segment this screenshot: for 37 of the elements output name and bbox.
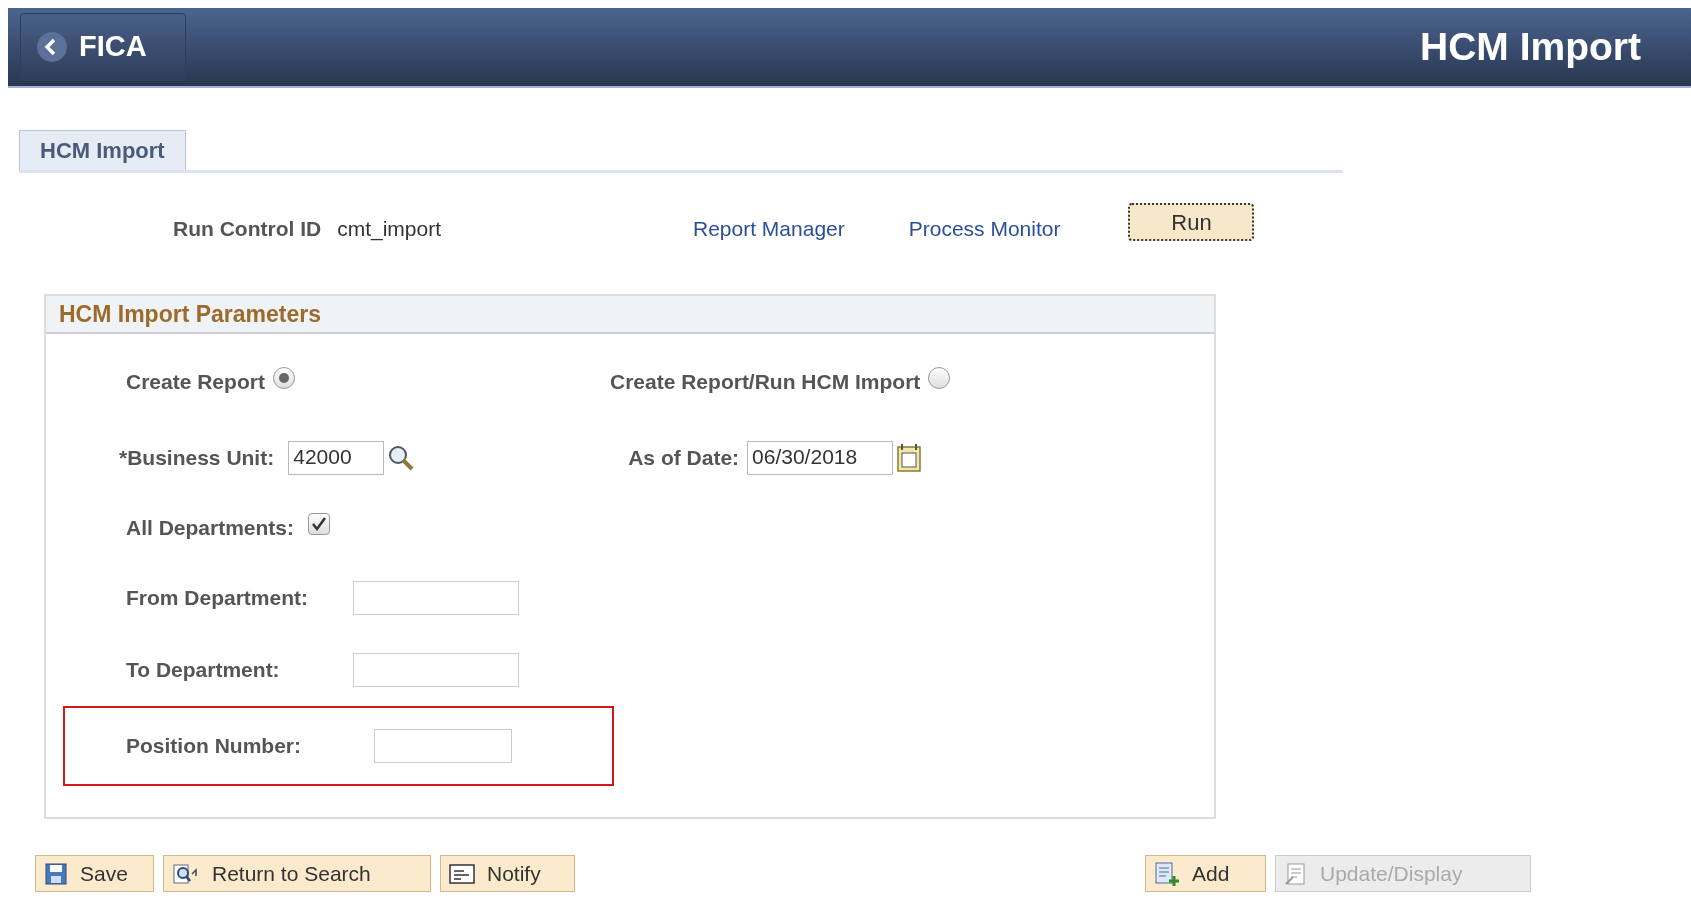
checkbox[interactable] — [308, 513, 331, 535]
business-unit-field[interactable]: 42000 — [288, 441, 385, 475]
radio-label: Create Report/Run HCM Import — [610, 369, 921, 396]
from-department-label: From Department: — [126, 585, 310, 612]
radio-button[interactable] — [928, 367, 951, 389]
calendar-icon[interactable] — [897, 444, 922, 472]
report-manager-link[interactable]: Report Manager — [693, 213, 845, 245]
to-department-label: To Department: — [126, 657, 281, 684]
back-button[interactable]: FICA — [20, 13, 186, 81]
search-icon[interactable] — [387, 444, 416, 472]
run-button[interactable]: Run — [1128, 203, 1255, 241]
document-icon — [1284, 861, 1308, 886]
position-number-label: Position Number: — [126, 733, 302, 760]
as-of-date-label: As of Date: — [628, 445, 740, 472]
all-departments-label: All Departments: — [126, 515, 295, 542]
toolbar-button[interactable]: Add — [1145, 855, 1266, 892]
note-icon — [449, 862, 475, 885]
business-unit-label: *Business Unit: — [119, 445, 275, 472]
to-department-field[interactable] — [353, 653, 519, 687]
as-of-date-field[interactable]: 06/30/2018 — [747, 441, 894, 475]
radio-label: Create Report — [126, 369, 265, 396]
radio-button[interactable] — [272, 367, 295, 389]
section-title: HCM Import Parameters — [59, 299, 322, 329]
run-control-label: Run Control ID — [173, 216, 322, 243]
add-document-icon — [1154, 860, 1180, 887]
back-icon — [37, 32, 67, 62]
page-title: HCM Import — [1420, 23, 1641, 70]
tab[interactable]: HCM Import — [19, 130, 186, 170]
toolbar-button[interactable]: Notify — [440, 855, 575, 892]
search-icon — [172, 861, 200, 886]
process-monitor-link[interactable]: Process Monitor — [908, 213, 1061, 245]
toolbar-button[interactable]: Return to Search — [163, 855, 431, 892]
position-number-field[interactable] — [374, 729, 512, 763]
from-department-field[interactable] — [353, 581, 519, 615]
check-icon — [311, 516, 328, 532]
run-control-value: cmt_import — [337, 216, 441, 243]
toolbar-button[interactable]: Save — [35, 855, 154, 892]
